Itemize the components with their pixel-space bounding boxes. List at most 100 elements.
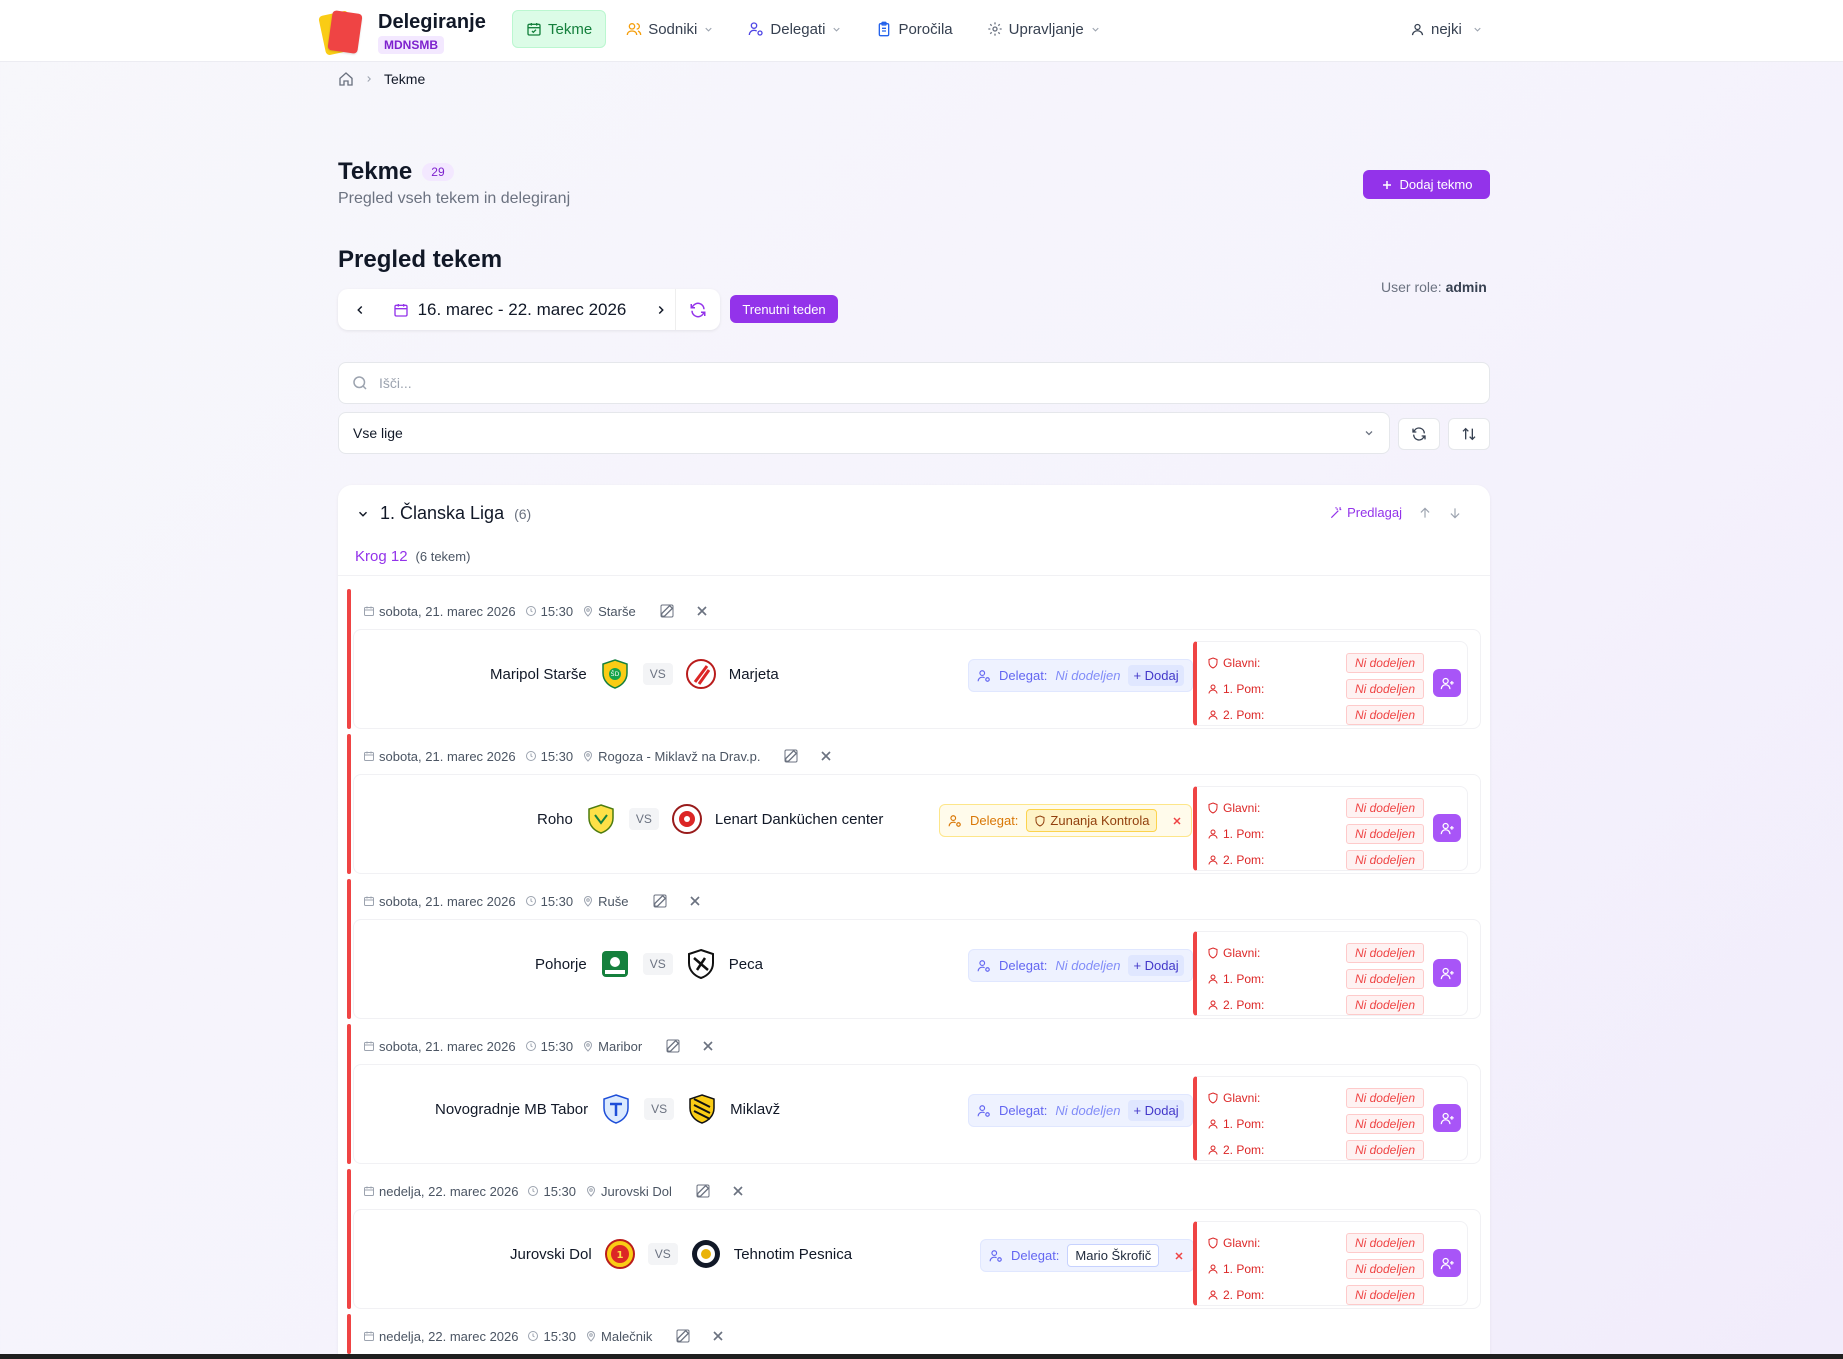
nav-label: Delegati <box>770 20 826 38</box>
match-venue: Malečnik <box>601 1328 653 1344</box>
edit-icon[interactable] <box>659 603 675 619</box>
league-header[interactable]: 1. Članska Liga (6) <box>356 503 531 524</box>
chevron-down-icon <box>1363 427 1375 439</box>
next-week-button[interactable] <box>646 289 675 330</box>
arrow-up-icon[interactable] <box>1418 506 1432 520</box>
nav-tekme[interactable]: Tekme <box>512 10 607 48</box>
referees-box: Glavni: Ni dodeljen 1. Pom: Ni dodeljen … <box>1193 641 1468 726</box>
suggest-button[interactable]: Predlagaj <box>1329 505 1402 520</box>
close-icon[interactable] <box>710 1328 726 1344</box>
week-range[interactable]: 16. marec - 22. marec 2026 <box>383 289 647 330</box>
user-icon <box>1207 683 1219 695</box>
match-time: 15:30 <box>543 1183 577 1199</box>
match-meta: sobota, 21. marec 2026 15:30 Starše <box>363 601 710 621</box>
breadcrumb-current: Tekme <box>384 71 426 87</box>
map-pin-icon <box>582 1040 594 1052</box>
refresh-week-button[interactable] <box>675 289 720 330</box>
home-crest-icon: ŠD <box>599 658 631 690</box>
nav-porocila[interactable]: Poročila <box>862 10 966 48</box>
edit-icon[interactable] <box>665 1038 681 1054</box>
round-name: Krog 12 <box>355 548 408 565</box>
user-icon <box>1207 1289 1219 1301</box>
edit-icon[interactable] <box>652 893 668 909</box>
home-crest-icon: 1 <box>604 1238 636 1270</box>
edit-icon[interactable] <box>695 1183 711 1199</box>
away-crest-icon <box>690 1238 722 1270</box>
chevron-down-icon <box>831 24 842 35</box>
close-icon[interactable] <box>730 1183 746 1199</box>
brand[interactable]: Delegiranje MDNSMB <box>318 8 486 56</box>
home-icon[interactable] <box>338 71 354 87</box>
teams: Novogradnje MB Tabor VS Miklavž <box>435 1089 780 1129</box>
user-cog-icon <box>989 1249 1003 1263</box>
ref-asst2: 2. Pom: <box>1207 1139 1278 1161</box>
shield-icon <box>1207 1092 1219 1104</box>
assign-referees-button[interactable] <box>1433 814 1461 842</box>
add-delegate-button[interactable]: + Dodaj <box>1128 1100 1184 1121</box>
chevron-down-icon <box>1472 24 1483 35</box>
calendar-icon <box>363 895 375 907</box>
delegate-label: Delegat: <box>999 1103 1048 1118</box>
home-crest-icon <box>599 948 631 980</box>
referees-box: Glavni: Ni dodeljen 1. Pom: Ni dodeljen … <box>1193 1076 1468 1161</box>
vs-label: VS <box>642 953 673 975</box>
chevron-down-icon <box>703 24 714 35</box>
teams: Jurovski Dol 1 VS Tehnotim Pesnica <box>510 1234 852 1274</box>
close-icon[interactable] <box>687 893 703 909</box>
chevron-down-icon <box>356 507 370 521</box>
edit-icon[interactable] <box>675 1328 691 1344</box>
match-date: nedelja, 22. marec 2026 <box>379 1328 519 1344</box>
delegate-box: Delegat: Ni dodeljen + Dodaj <box>968 659 1193 692</box>
sort-button[interactable] <box>1448 418 1490 450</box>
user-icon <box>1207 1263 1219 1275</box>
add-match-button[interactable]: Dodaj tekmo <box>1363 170 1490 199</box>
ref-asst2-value: Ni dodeljen <box>1346 995 1424 1015</box>
ref-asst2: 2. Pom: <box>1207 704 1278 726</box>
delegate-pill: Zunanja Kontrola <box>1026 809 1158 832</box>
current-week-button[interactable]: Trenutni teden <box>730 295 838 323</box>
users-icon <box>626 21 642 37</box>
close-icon[interactable] <box>694 603 710 619</box>
user-role-value: admin <box>1445 279 1487 295</box>
status-bar <box>347 589 351 729</box>
match-meta: sobota, 21. marec 2026 15:30 Rogoza - Mi… <box>363 746 834 766</box>
away-crest-icon <box>686 1093 718 1125</box>
nav-sodniki[interactable]: Sodniki <box>612 10 728 48</box>
add-delegate-button[interactable]: + Dodaj <box>1128 955 1184 976</box>
assign-referees-button[interactable] <box>1433 1249 1461 1277</box>
nav-delegati[interactable]: Delegati <box>734 10 856 48</box>
add-delegate-button[interactable]: + Dodaj <box>1128 665 1184 686</box>
user-cog-icon <box>748 21 764 37</box>
close-icon[interactable] <box>818 748 834 764</box>
remove-delegate-icon[interactable] <box>1171 815 1183 827</box>
shield-icon <box>1207 1237 1219 1249</box>
home-team: Roho <box>537 810 573 828</box>
home-crest-icon <box>600 1093 632 1125</box>
calendar-icon <box>526 21 542 37</box>
close-icon[interactable] <box>700 1038 716 1054</box>
nav-upravljanje[interactable]: Upravljanje <box>973 10 1115 48</box>
prev-week-button[interactable] <box>338 289 383 330</box>
ref-main: Glavni: <box>1207 942 1278 964</box>
assign-referees-button[interactable] <box>1433 959 1461 987</box>
search-icon <box>351 374 369 392</box>
remove-delegate-icon[interactable] <box>1173 1250 1185 1262</box>
user-menu[interactable]: nejki <box>1410 12 1483 46</box>
ref-main: Glavni: <box>1207 797 1278 819</box>
assign-referees-button[interactable] <box>1433 1104 1461 1132</box>
match-date: sobota, 21. marec 2026 <box>379 603 516 619</box>
user-name: nejki <box>1431 20 1462 38</box>
league-select[interactable]: Vse lige <box>338 412 1390 454</box>
arrow-down-icon[interactable] <box>1448 506 1462 520</box>
breadcrumb: Tekme <box>338 71 425 87</box>
search-input[interactable] <box>379 375 1379 391</box>
edit-icon[interactable] <box>783 748 799 764</box>
match-date: sobota, 21. marec 2026 <box>379 893 516 909</box>
delegate-box: Delegat: Ni dodeljen + Dodaj <box>968 1094 1193 1127</box>
assign-referees-button[interactable] <box>1433 669 1461 697</box>
ref-asst1-value: Ni dodeljen <box>1346 679 1424 699</box>
refresh-list-button[interactable] <box>1398 418 1440 450</box>
vs-label: VS <box>647 1243 678 1265</box>
refresh-icon <box>1411 426 1427 442</box>
delegate-label: Delegat: <box>999 958 1048 973</box>
